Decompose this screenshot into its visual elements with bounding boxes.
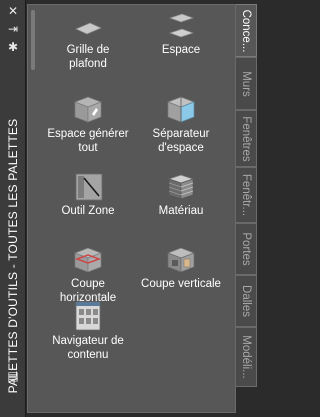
- tab-portes[interactable]: Portes: [236, 223, 257, 275]
- tool-label: Matériau: [158, 205, 204, 217]
- properties-icon[interactable]: ✱: [5, 40, 21, 54]
- tool-content-browser[interactable]: Navigateur de contenu: [40, 300, 136, 362]
- tool-label: Espace: [161, 44, 201, 56]
- tool-label: Séparateur d'espace: [152, 128, 210, 154]
- tab-fenetres-2[interactable]: Fenêtr...: [236, 167, 257, 223]
- tab-dalles[interactable]: Dalles: [236, 275, 257, 327]
- tool-label: Navigateur de contenu: [52, 335, 124, 361]
- tab-label: Murs: [240, 70, 252, 97]
- space-generate-all-icon: [74, 96, 102, 123]
- tool-material[interactable]: Matériau: [133, 172, 229, 218]
- tool-vertical-section[interactable]: Coupe verticale: [133, 245, 229, 291]
- tab-label: Fenêtr...: [240, 173, 252, 217]
- close-icon[interactable]: ✕: [5, 4, 21, 18]
- palette-menu-icon[interactable]: ▤: [5, 369, 21, 383]
- tool-ceiling-grid[interactable]: Grille de plafond: [40, 17, 136, 71]
- space-icon: [168, 13, 195, 38]
- tool-zone[interactable]: Outil Zone: [40, 172, 136, 218]
- vertical-section-icon: [167, 247, 195, 273]
- space-separator-icon: [167, 96, 195, 123]
- tool-horizontal-section[interactable]: Coupe horizontale: [40, 245, 136, 305]
- tool-label: Outil Zone: [61, 205, 115, 217]
- palette-tabs: Conce... Murs Fenêtres Fenêtr... Portes …: [236, 0, 257, 417]
- auto-hide-icon[interactable]: ⇥: [5, 22, 21, 36]
- tool-space-generate-all[interactable]: Espace générer tout: [40, 93, 136, 155]
- horizontal-section-icon: [74, 247, 102, 273]
- tool-label: Grille de plafond: [66, 44, 110, 70]
- tab-label: Dalles: [240, 285, 252, 317]
- material-icon: [167, 174, 195, 200]
- tab-label: Modéli...: [240, 335, 252, 379]
- tab-murs[interactable]: Murs: [236, 57, 257, 110]
- tab-conception[interactable]: Conce...: [236, 4, 257, 57]
- tool-label: Espace générer tout: [47, 128, 129, 154]
- tab-label: Conce...: [240, 9, 252, 52]
- tab-modelisation[interactable]: Modéli...: [236, 327, 257, 387]
- tab-fenetres[interactable]: Fenêtres: [236, 110, 257, 167]
- content-browser-icon: [75, 301, 101, 331]
- palette-titlebar[interactable]: ✕ ⇥ ✱ PALETTES D'OUTILS - TOUTES LES PAL…: [0, 0, 26, 417]
- palette-scrollbar[interactable]: [31, 10, 35, 70]
- ceiling-grid-icon: [75, 22, 102, 35]
- zone-tool-icon: [75, 173, 103, 201]
- tool-space[interactable]: Espace: [133, 11, 229, 57]
- tool-label: Coupe verticale: [141, 278, 221, 290]
- palette-title: PALETTES D'OUTILS - TOUTES LES PALETTES: [6, 118, 20, 394]
- tool-space-separator[interactable]: Séparateur d'espace: [133, 93, 229, 155]
- tab-label: Fenêtres: [240, 115, 252, 162]
- tab-label: Portes: [240, 232, 252, 266]
